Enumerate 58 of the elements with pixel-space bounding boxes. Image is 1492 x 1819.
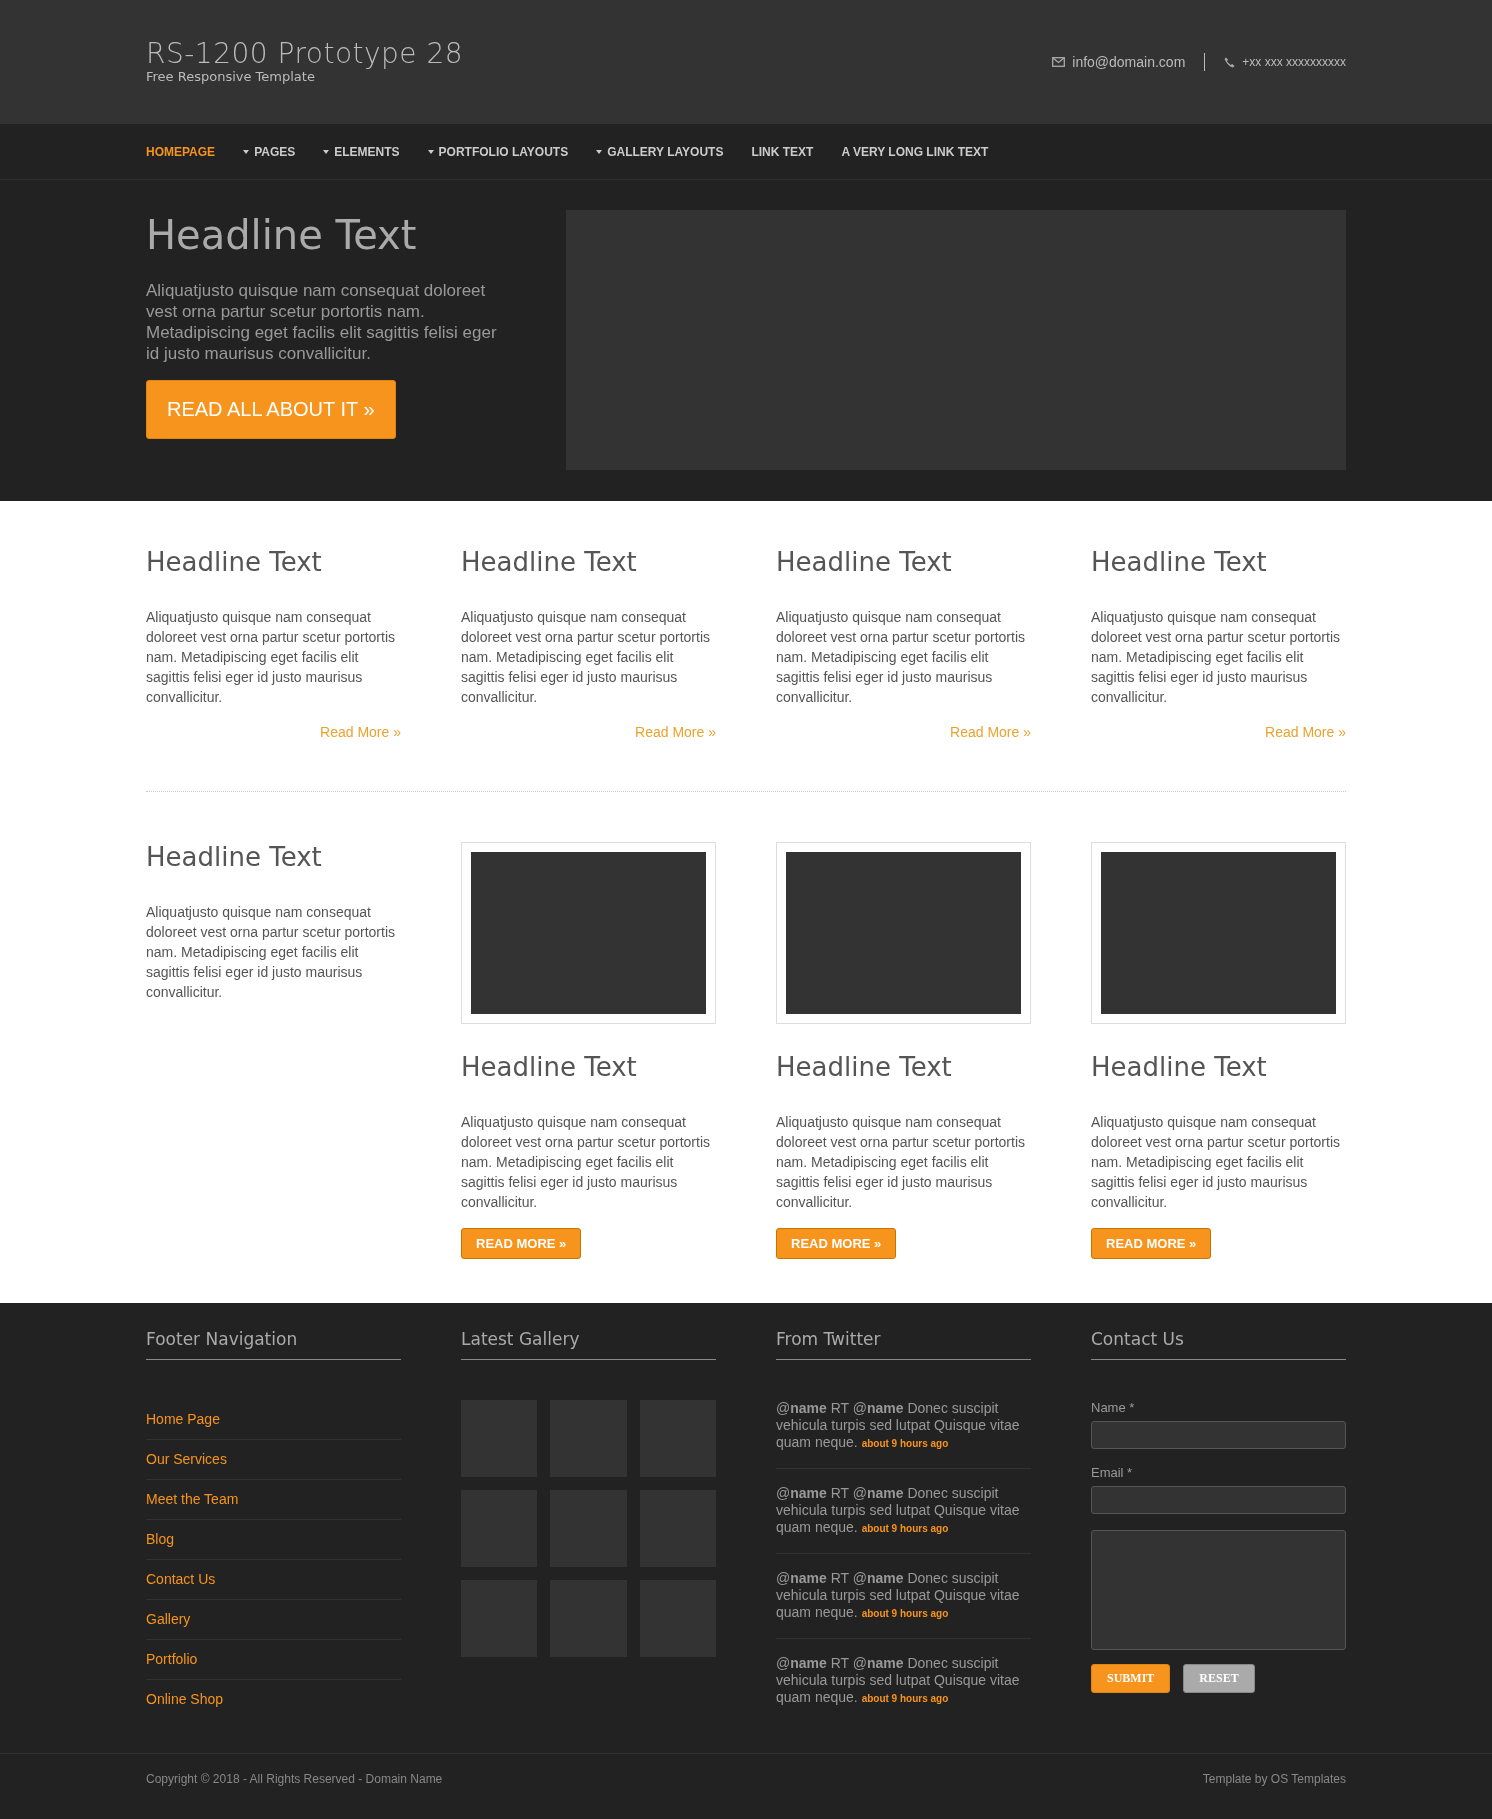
footer-link[interactable]: Contact Us bbox=[146, 1571, 216, 1587]
phone-icon bbox=[1224, 56, 1236, 68]
name-field[interactable] bbox=[1091, 1421, 1346, 1449]
feature-headline: Headline Text bbox=[776, 547, 953, 577]
email-text: info@domain.com bbox=[1072, 54, 1186, 70]
card-headline: Headline Text bbox=[776, 1052, 953, 1082]
tweet-time-link[interactable]: about 9 hours ago bbox=[861, 1438, 949, 1449]
tweet-text: @name RT @name Donec suscipit vehicula turpis sed lutpat Quisque vitae quam neque. about 9 hours ago bbox=[776, 1485, 1021, 1537]
card-headline: Headline Text bbox=[1091, 1052, 1268, 1082]
name-label: Name * bbox=[1091, 1400, 1136, 1415]
copyright-text: Copyright © 2018 - All Rights Reserved - Domain Name bbox=[146, 1772, 443, 1786]
nav-link[interactable]: A VERY LONG LINK TEXT bbox=[841, 144, 989, 159]
feature-headline: Headline Text bbox=[146, 547, 323, 577]
footer-link[interactable]: Portfolio bbox=[146, 1651, 198, 1667]
tagline: Free Responsive Template bbox=[146, 70, 316, 85]
feature-headline: Headline Text bbox=[1091, 547, 1268, 577]
nav-link[interactable]: PORTFOLIO LAYOUTS bbox=[427, 144, 569, 159]
message-field[interactable] bbox=[1091, 1530, 1346, 1650]
card-text: Aliquatjusto quisque nam consequat doloreet vest orna partur scetur portortis nam. Metadipiscing eget facilis elit sagittis felisi eger id justo maurisus convallicitur. bbox=[776, 1113, 1026, 1212]
email-label: Email * bbox=[1091, 1465, 1134, 1480]
card-text: Aliquatjusto quisque nam consequat doloreet vest orna partur scetur portortis nam. Metadipiscing eget facilis elit sagittis felisi eger id justo maurisus convallicitur. bbox=[1091, 1113, 1341, 1212]
tweet-time-link[interactable]: about 9 hours ago bbox=[861, 1693, 949, 1704]
hero-headline: Headline Text bbox=[146, 212, 418, 258]
footer-link[interactable]: Our Services bbox=[146, 1451, 227, 1467]
hero-text: Aliquatjusto quisque nam consequat doloreet vest orna partur scetur portortis nam. Metadipiscing eget facilis elit sagittis felisi eger id justo maurisus convallicitur. bbox=[146, 280, 498, 364]
feature-text: Aliquatjusto quisque nam consequat doloreet vest orna partur scetur portortis nam. Metadipiscing eget facilis elit sagittis felisi eger id justo maurisus convallicitur. bbox=[776, 608, 1026, 707]
footer-link[interactable]: Gallery bbox=[146, 1611, 191, 1627]
tweet-text: @name RT @name Donec suscipit vehicula turpis sed lutpat Quisque vitae quam neque. about 9 hours ago bbox=[776, 1570, 1021, 1622]
nav-link[interactable]: HOMEPAGE bbox=[146, 144, 216, 159]
nav-link[interactable]: GALLERY LAYOUTS bbox=[596, 144, 724, 159]
footer-heading: Contact Us bbox=[1091, 1329, 1346, 1360]
footer-heading: Latest Gallery bbox=[461, 1329, 716, 1360]
footer-link[interactable]: Online Shop bbox=[146, 1691, 224, 1707]
envelope-icon bbox=[1052, 57, 1066, 67]
feature-text: Aliquatjusto quisque nam consequat doloreet vest orna partur scetur portortis nam. Metadipiscing eget facilis elit sagittis felisi eger id justo maurisus convallicitur. bbox=[1091, 608, 1341, 707]
feature-headline: Headline Text bbox=[461, 547, 638, 577]
nav-link[interactable]: LINK TEXT bbox=[751, 144, 814, 159]
email-field[interactable] bbox=[1091, 1486, 1346, 1514]
intro-text: Aliquatjusto quisque nam consequat doloreet vest orna partur scetur portortis nam. Metadipiscing eget facilis elit sagittis felisi eger id justo maurisus convallicitur. bbox=[146, 903, 396, 1002]
footer-link[interactable]: Home Page bbox=[146, 1411, 220, 1427]
tweet-text: @name RT @name Donec suscipit vehicula turpis sed lutpat Quisque vitae quam neque. about 9 hours ago bbox=[776, 1655, 1021, 1707]
footer-link[interactable]: Meet the Team bbox=[146, 1491, 239, 1507]
footer-heading: Footer Navigation bbox=[146, 1329, 401, 1360]
site-title[interactable]: RS-1200 Prototype 28 bbox=[146, 39, 464, 71]
nav-link[interactable]: PAGES bbox=[243, 144, 296, 159]
feature-text: Aliquatjusto quisque nam consequat doloreet vest orna partur scetur portortis nam. Metadipiscing eget facilis elit sagittis felisi eger id justo maurisus convallicitur. bbox=[146, 608, 396, 707]
footer-link[interactable]: Blog bbox=[146, 1531, 175, 1547]
credit-text: Template by OS Templates bbox=[1202, 1772, 1346, 1786]
tweet-text: @name RT @name Donec suscipit vehicula turpis sed lutpat Quisque vitae quam neque. about 9 hours ago bbox=[776, 1400, 1021, 1452]
nav-link[interactable]: ELEMENTS bbox=[323, 144, 400, 159]
card-headline: Headline Text bbox=[461, 1052, 638, 1082]
tweet-time-link[interactable]: about 9 hours ago bbox=[861, 1523, 949, 1534]
feature-text: Aliquatjusto quisque nam consequat doloreet vest orna partur scetur portortis nam. Metadipiscing eget facilis elit sagittis felisi eger id justo maurisus convallicitur. bbox=[461, 608, 711, 707]
phone-text: +xx xxx xxxxxxxxxx bbox=[1242, 55, 1346, 69]
footer-heading: From Twitter bbox=[776, 1329, 1031, 1360]
tweet-time-link[interactable]: about 9 hours ago bbox=[861, 1608, 949, 1619]
card-text: Aliquatjusto quisque nam consequat doloreet vest orna partur scetur portortis nam. Metadipiscing eget facilis elit sagittis felisi eger id justo maurisus convallicitur. bbox=[461, 1113, 711, 1212]
intro-headline: Headline Text bbox=[146, 842, 323, 872]
